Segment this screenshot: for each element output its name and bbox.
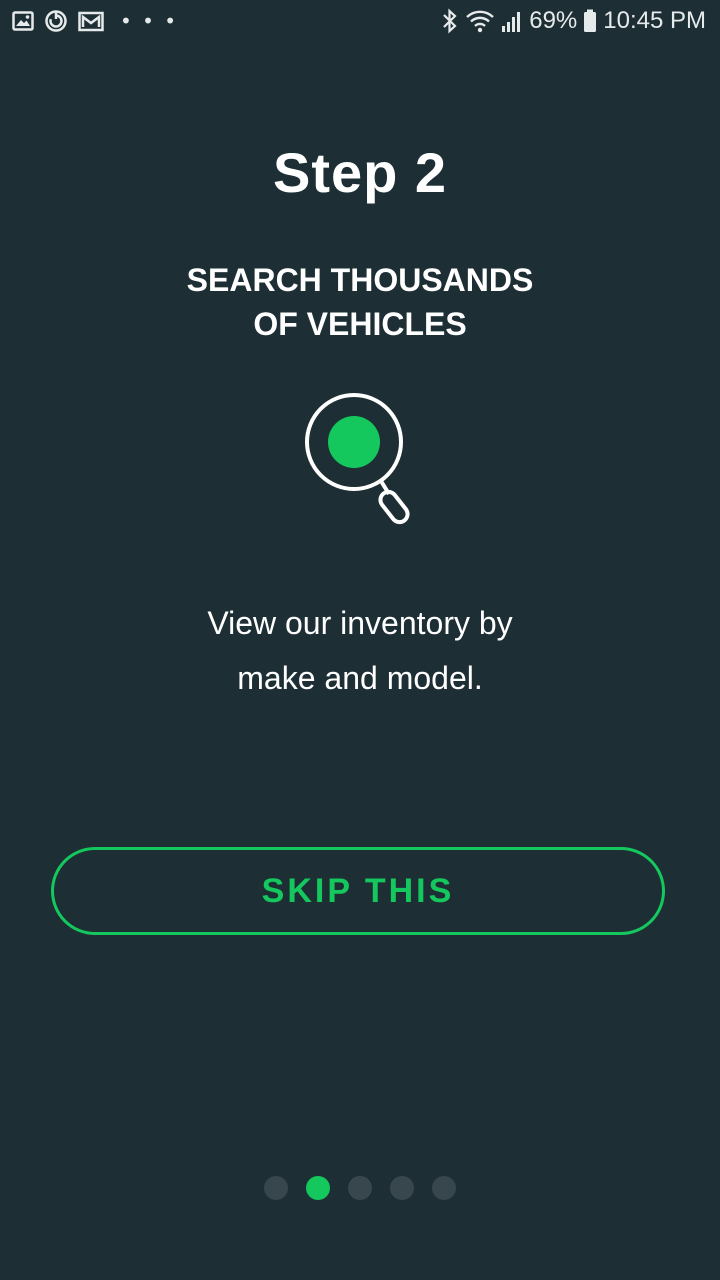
sync-icon [45, 10, 67, 32]
page-dot-4[interactable] [390, 1176, 414, 1200]
subtitle-line-1: SEARCH THOUSANDS [186, 262, 534, 298]
notification-icons: • • • [12, 8, 178, 34]
battery-percent: 69% [529, 7, 578, 34]
step-description: View our inventory by make and model. [0, 596, 720, 706]
step-title: Step 2 [272, 141, 448, 204]
wifi-icon [466, 10, 495, 33]
skip-button[interactable]: SKIP THIS [51, 847, 665, 935]
page-dot-3[interactable] [348, 1176, 372, 1200]
step-subtitle: SEARCH THOUSANDS OF VEHICLES [0, 258, 720, 346]
system-icons: 69% 10:45 PM [441, 6, 706, 36]
page-dot-1[interactable] [264, 1176, 288, 1200]
description-line-2: make and model. [237, 660, 483, 696]
gallery-icon [12, 11, 34, 31]
bluetooth-icon [443, 8, 457, 34]
page-indicator [264, 1176, 456, 1200]
page-dot-5[interactable] [432, 1176, 456, 1200]
clock: 10:45 PM [603, 7, 706, 34]
page-dot-2-active[interactable] [306, 1176, 330, 1200]
gmail-icon [78, 11, 104, 32]
description-line-1: View our inventory by [207, 605, 513, 641]
signal-icon [502, 12, 521, 32]
status-bar: • • • 69% 10:45 PM [0, 0, 720, 44]
more-notifications-icon: • • • [120, 9, 179, 33]
magnifier-search-icon [305, 393, 410, 525]
battery-icon [584, 9, 597, 32]
subtitle-line-2: OF VEHICLES [253, 306, 467, 342]
